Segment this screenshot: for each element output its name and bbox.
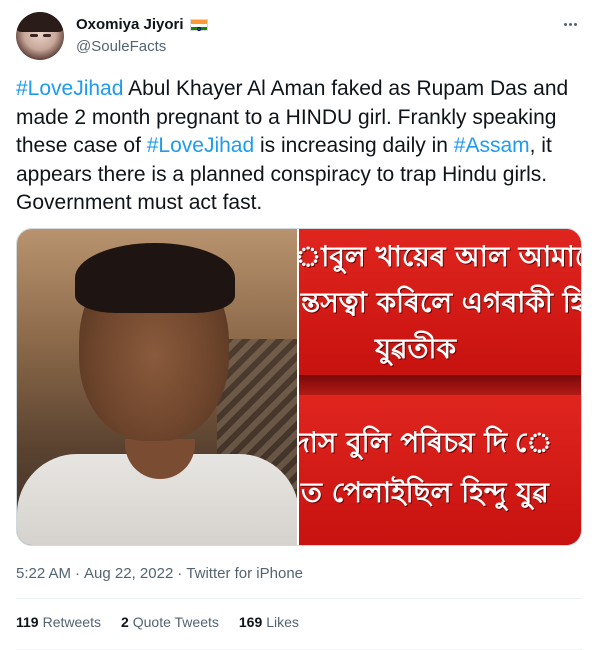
tweet-header: Oxomiya Jiyori @SouleFacts [16, 12, 582, 62]
tweet-media: াবুল খায়েৰ আল আমানে ন্তসত্বা কৰিলে এগৰা… [16, 228, 582, 546]
hashtag-link[interactable]: #LoveJihad [147, 134, 254, 157]
banner-text-line: ত পেলাইছিল হিন্দু যুৱ [301, 476, 549, 509]
tweet-text-segment: is increasing daily in [254, 134, 454, 158]
author-display-name[interactable]: Oxomiya Jiyori [76, 16, 184, 33]
divider [16, 598, 582, 599]
banner-text-line: াবুল খায়েৰ আল আমানে [299, 240, 581, 273]
meta-separator: · [177, 565, 183, 582]
news-banner-bottom: দাস বুলি পৰিচয় দি ে ত পেলাইছিল হিন্দু য… [299, 395, 581, 545]
banner-text-line: দাস বুলি পৰিচয় দি ে [299, 426, 553, 459]
meta-separator: · [75, 565, 81, 582]
likes-stat[interactable]: 169 Likes [239, 614, 299, 630]
banner-text-line: ন্তসত্বা কৰিলে এগৰাকী হি [301, 286, 581, 319]
banner-text-line: যুৱতীক [375, 332, 457, 365]
tweet-time[interactable]: 5:22 AM [16, 565, 71, 582]
tweet-text: #LoveJihad Abul Khayer Al Aman faked as … [16, 75, 582, 218]
hashtag-link[interactable]: #LoveJihad [16, 77, 123, 100]
avatar[interactable] [16, 12, 64, 60]
india-flag-icon [189, 18, 208, 31]
news-banner-top: াবুল খায়েৰ আল আমানে ন্তসত্বা কৰিলে এগৰা… [299, 229, 581, 375]
tweet-stats: 119 Retweets 2 Quote Tweets 169 Likes [16, 614, 582, 630]
author-name-row: Oxomiya Jiyori [76, 16, 208, 33]
tweet-source[interactable]: Twitter for iPhone [186, 565, 303, 582]
banner-divider [299, 375, 581, 395]
media-photo-news-banner[interactable]: াবুল খায়েৰ আল আমানে ন্তসত্বা কৰিলে এগৰা… [299, 229, 581, 545]
author-handle[interactable]: @SouleFacts [76, 38, 166, 55]
quote-tweets-stat[interactable]: 2 Quote Tweets [121, 614, 219, 630]
hashtag-link[interactable]: #Assam [454, 134, 530, 157]
tweet-date[interactable]: Aug 22, 2022 [84, 565, 173, 582]
more-options-icon[interactable] [560, 16, 580, 32]
media-photo-portrait[interactable] [17, 229, 297, 545]
tweet-meta: 5:22 AM · Aug 22, 2022 · Twitter for iPh… [16, 565, 303, 582]
retweets-stat[interactable]: 119 Retweets [16, 614, 101, 630]
